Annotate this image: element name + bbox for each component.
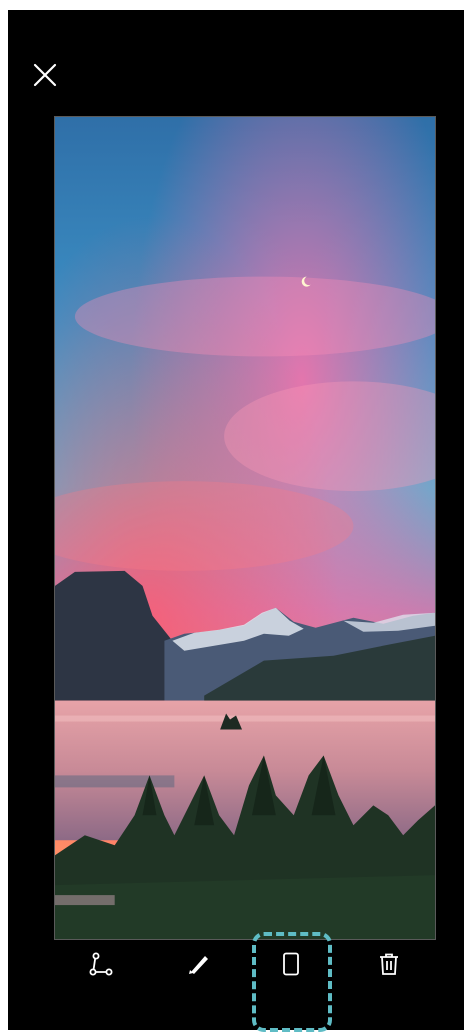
- delete-button[interactable]: [357, 952, 421, 1022]
- phone-screen: [8, 10, 464, 1032]
- share-icon: [89, 952, 113, 976]
- share-button[interactable]: [69, 952, 133, 1022]
- close-icon: [33, 63, 57, 87]
- pencil-icon: [187, 952, 211, 976]
- trash-icon: [377, 952, 401, 976]
- scrollshot-highlight-box: [252, 932, 332, 1032]
- screenshot-preview[interactable]: [54, 116, 436, 940]
- close-button[interactable]: [32, 62, 58, 88]
- landscape-image: [55, 117, 435, 939]
- edit-button[interactable]: [167, 952, 231, 1022]
- bottom-toolbar: [8, 940, 464, 1030]
